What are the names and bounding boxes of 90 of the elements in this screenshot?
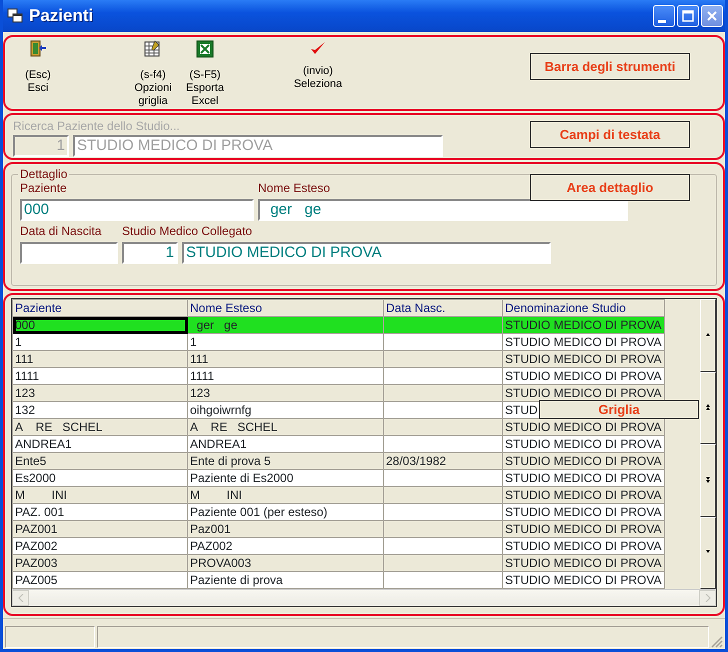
field-label: Data di Nascita bbox=[20, 223, 102, 239]
table-cell: STUDIO MEDICO DI PROVA bbox=[505, 504, 662, 518]
table-cell: ANDREA1 bbox=[190, 436, 247, 450]
table-cell: PAZ002 bbox=[190, 538, 232, 552]
callout-label: Campi di testata bbox=[530, 121, 690, 148]
table-cell: STUDIO MEDICO DI PROVA bbox=[505, 386, 662, 400]
input-field[interactable]: ger ge bbox=[258, 199, 628, 221]
scrollbar-button[interactable] bbox=[700, 444, 716, 516]
table-cell: STUDIO MEDICO DI PROVA bbox=[505, 368, 662, 382]
table-cell: 132 bbox=[15, 402, 36, 416]
input-field[interactable]: 000 bbox=[20, 199, 254, 221]
table-cell: STUDIO MEDICO DI PROVA bbox=[505, 556, 662, 570]
callout-label: Griglia bbox=[539, 400, 699, 419]
field-label: Studio Medico Collegato bbox=[122, 223, 252, 239]
table-cell: STUDIO MEDICO DI PROVA bbox=[505, 454, 662, 468]
scrollbar-button[interactable] bbox=[700, 516, 716, 589]
table-cell: A RE SCHEL bbox=[15, 420, 102, 434]
table-cell: A RE SCHEL bbox=[190, 420, 278, 434]
column-header[interactable]: Denominazione Studio bbox=[502, 300, 664, 316]
table-cell: 1 bbox=[190, 334, 197, 348]
table-cell: 1111 bbox=[15, 368, 40, 382]
input-field[interactable] bbox=[20, 242, 118, 264]
page-up-icon bbox=[705, 404, 711, 412]
studio-field: STUDIO MEDICO DI PROVA bbox=[73, 135, 443, 157]
table-cell: STUDIO MEDICO DI PROVA bbox=[505, 522, 662, 536]
window-icon bbox=[7, 8, 23, 24]
table-cell: oihgoiwrnfg bbox=[190, 402, 252, 416]
field-label: Nome Esteso bbox=[258, 180, 330, 196]
table-cell: STUDIO MEDICO DI PROVA bbox=[505, 470, 662, 484]
table-cell: STUDIO MEDICO DI PROVA bbox=[505, 420, 662, 434]
table-cell: 000 bbox=[15, 318, 36, 332]
group-label: Dettaglio bbox=[19, 168, 68, 180]
table-cell: Ente5 bbox=[15, 454, 46, 468]
callout-label: Area dettaglio bbox=[530, 174, 690, 201]
table-cell: Paziente di Es2000 bbox=[190, 470, 294, 484]
table-cell: 123 bbox=[15, 386, 36, 400]
resize-grip-icon bbox=[711, 636, 723, 648]
toolbar-button[interactable]: (invio) Seleziona bbox=[288, 39, 348, 91]
input-field[interactable]: STUDIO MEDICO DI PROVA bbox=[182, 242, 551, 264]
table-cell: 1111 bbox=[190, 368, 214, 382]
table-cell: PROVA003 bbox=[190, 556, 252, 570]
scrollbar-button[interactable] bbox=[700, 299, 716, 372]
maximize-icon bbox=[682, 10, 694, 22]
door-icon bbox=[28, 39, 48, 59]
scroll-up-icon bbox=[705, 332, 711, 339]
close-icon bbox=[706, 10, 718, 22]
table-cell: STUDIO MEDICO DI PROVA bbox=[505, 538, 662, 552]
table-cell: STUDIO MEDICO DI PROVA bbox=[505, 572, 662, 586]
table-cell: PAZ001 bbox=[15, 522, 58, 536]
page-down-icon bbox=[705, 476, 711, 484]
table-cell: Paziente 001 (per esteso) bbox=[190, 504, 328, 518]
column-header[interactable]: Paziente bbox=[12, 300, 188, 316]
table-cell: STUDIO MEDICO DI PROVA bbox=[505, 436, 662, 450]
table-cell: PAZ. 001 bbox=[15, 504, 64, 518]
spreadsheet-icon bbox=[195, 39, 215, 59]
table-cell: 111 bbox=[190, 352, 208, 366]
table-cell: STUDIO MEDICO DI PROVA bbox=[505, 352, 662, 366]
table-cell: STUD bbox=[505, 402, 538, 416]
field-label: Paziente bbox=[20, 180, 67, 196]
minimize-icon bbox=[658, 20, 666, 22]
code-field: 1 bbox=[13, 135, 69, 157]
table-cell: PAZ003 bbox=[15, 556, 58, 570]
table-cell: ANDREA1 bbox=[15, 436, 72, 450]
input-field[interactable]: 1 bbox=[122, 242, 178, 264]
table-cell-text: ger ge bbox=[196, 318, 238, 332]
maximize-button[interactable] bbox=[677, 5, 699, 27]
window-title: Pazienti bbox=[29, 5, 94, 28]
scrollbar-button[interactable] bbox=[700, 372, 716, 444]
table-cell: Paz001 bbox=[190, 522, 231, 536]
table-cell: STUDIO MEDICO DI PROVA bbox=[505, 488, 662, 502]
table-cell: M INI bbox=[15, 488, 68, 502]
table-cell: Ente di prova 5 bbox=[190, 454, 271, 468]
table-cell: 1 bbox=[15, 334, 22, 348]
table-cell: PAZ005 bbox=[15, 572, 58, 586]
table-cell: 111 bbox=[15, 352, 34, 366]
close-button[interactable] bbox=[701, 5, 723, 27]
toolbar-button[interactable]: (Esc) Esci bbox=[8, 39, 68, 95]
column-header[interactable]: Data Nasc. bbox=[384, 300, 502, 316]
field-label: Ricerca Paziente dello Studio... bbox=[13, 118, 180, 135]
table-cell: Paziente di prova bbox=[190, 572, 283, 586]
table-cell: Es2000 bbox=[15, 470, 56, 484]
table-cell: M INI bbox=[190, 488, 242, 502]
table-cell: 28/03/1982 bbox=[386, 454, 446, 468]
callout-label: Barra degli strumenti bbox=[530, 53, 690, 80]
table-cell: PAZ002 bbox=[15, 538, 58, 552]
table-cell: STUDIO MEDICO DI PROVA bbox=[505, 318, 662, 332]
minimize-button[interactable] bbox=[653, 5, 675, 27]
column-header[interactable]: Nome Esteso bbox=[188, 300, 384, 316]
table-cell: STUDIO MEDICO DI PROVA bbox=[505, 334, 662, 348]
table-cell: 123 bbox=[190, 386, 210, 400]
